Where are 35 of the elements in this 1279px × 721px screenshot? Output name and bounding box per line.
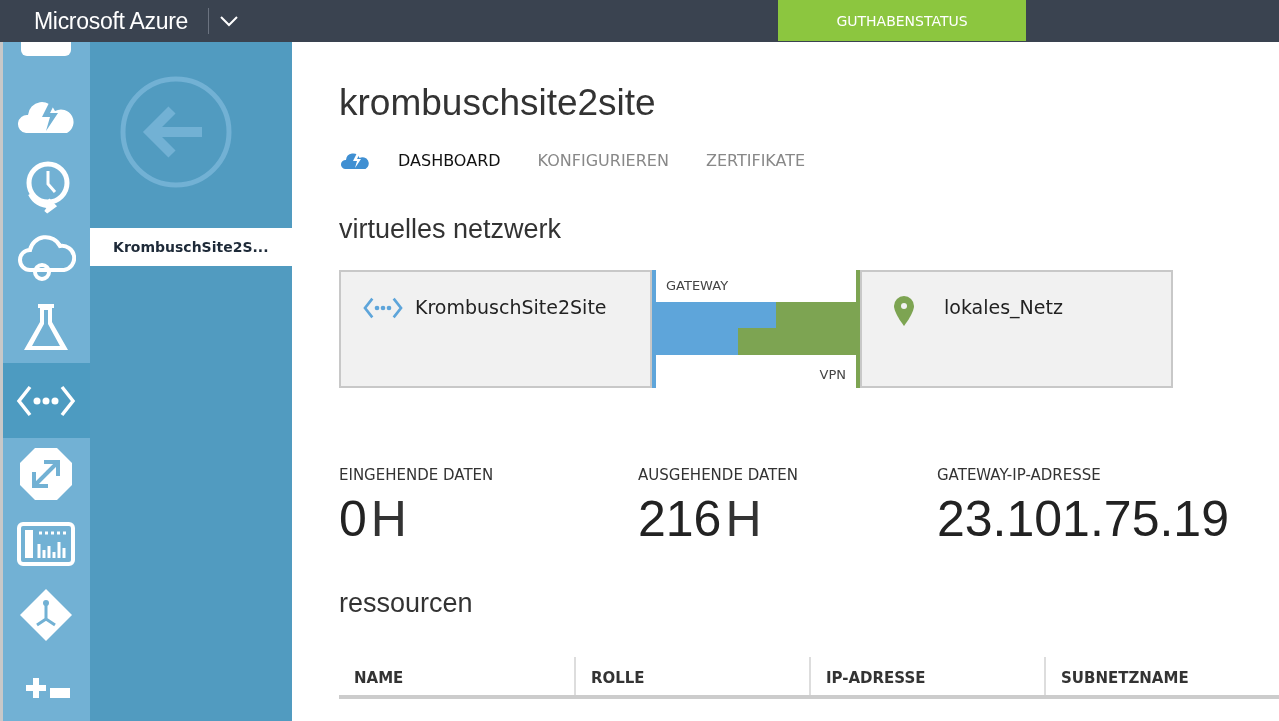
sub-nav-item[interactable]: KrombuschSite2S... [89,228,292,266]
metric-label: GATEWAY-IP-ADRESSE [937,466,1102,484]
metric-value: 0 [339,490,367,548]
gateway-label: GATEWAY [666,278,729,293]
tab[interactable]: KONFIGURIEREN [537,150,669,170]
arrows-icon [18,445,75,502]
network-name: KrombuschSite2Site [415,296,607,318]
column-header[interactable]: ROLLE [573,657,809,695]
metric-unit: H [725,490,762,548]
brand-name: Microsoft Azure [34,7,188,35]
network-icon [16,383,77,418]
column-header[interactable]: SUBNETZNAME [1043,657,1279,695]
tab[interactable]: ZERTIFIKATE [705,150,806,170]
column-header[interactable]: IP-ADRESSE [808,657,1044,695]
tab[interactable]: DASHBOARD [398,150,501,170]
map-pin-icon [894,296,914,326]
metric-label: AUSGEHENDE DATEN [638,466,799,484]
cloud-bolt-icon [339,150,371,170]
section-heading: ressourcen [339,588,474,619]
nav-item[interactable] [2,362,90,439]
metric-unit: H [370,490,407,548]
metric-label: EINGEHENDE DATEN [339,466,495,484]
page-title: krombuschsite2site [339,82,657,124]
diamond-icon [18,586,75,643]
local-network-card[interactable]: lokales_Netz [860,270,1173,388]
network-icon [363,296,403,320]
chevron-down-icon[interactable] [219,15,239,27]
vpn-label: VPN [819,367,846,382]
metric-value: 216 [638,490,722,548]
metric-value: 23.101.75.19 [937,490,1229,548]
column-header[interactable]: NAME [339,657,574,695]
section-heading: virtuelles netzwerk [339,214,563,245]
dashboard-icon [17,522,76,567]
virtual-network-card[interactable]: KrombuschSite2Site [339,270,652,388]
network-name: lokales_Netz [944,296,1063,318]
